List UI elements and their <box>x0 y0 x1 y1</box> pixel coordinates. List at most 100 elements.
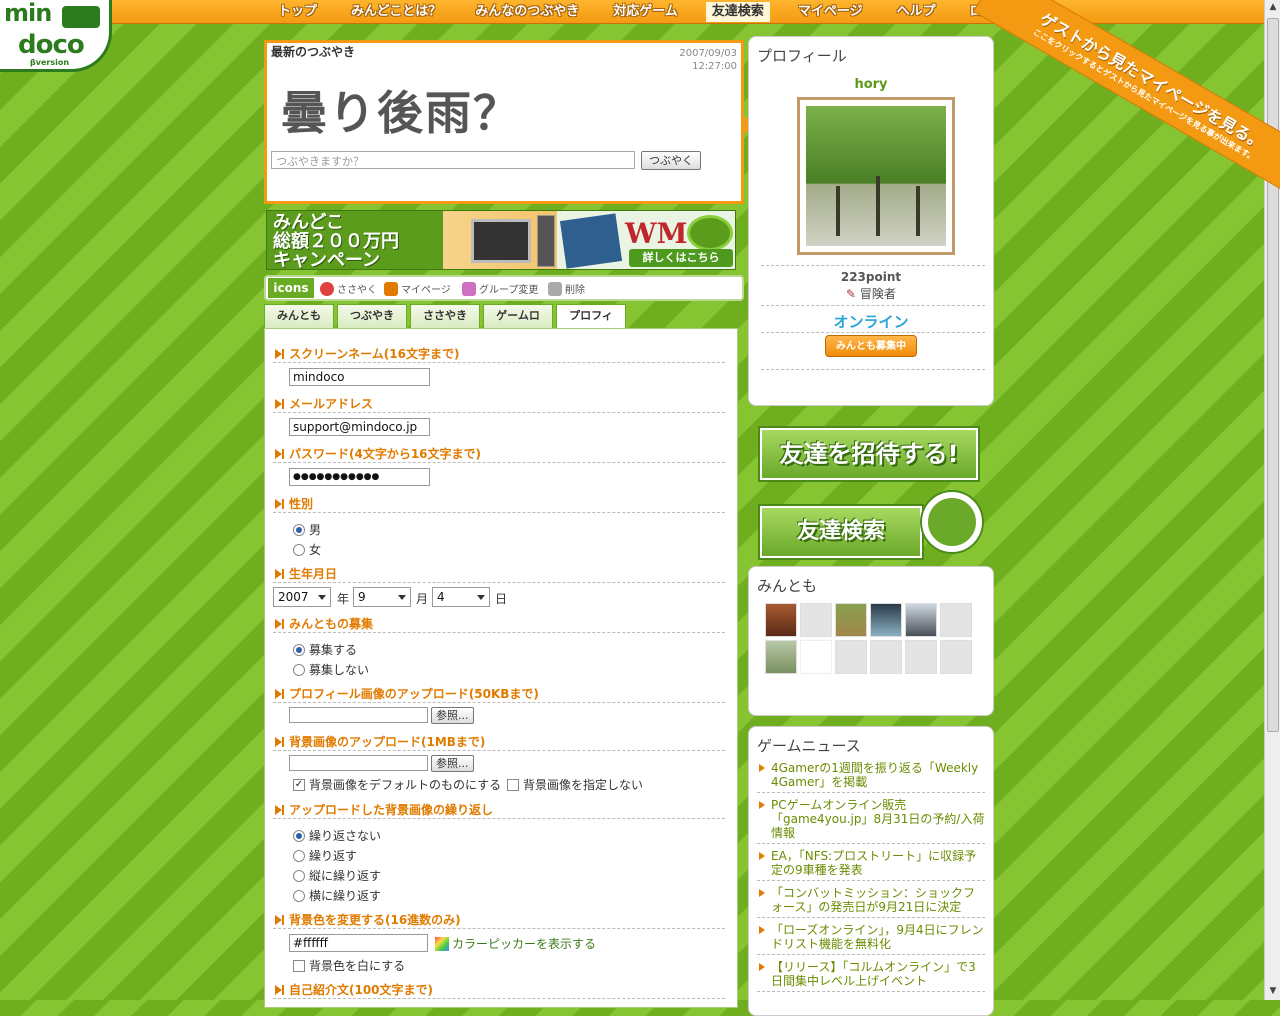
recruit-no-option[interactable]: 募集しない <box>293 661 369 678</box>
repeat-none-radio[interactable] <box>293 829 305 842</box>
tweet-input[interactable]: つぶやきますか？ <box>271 151 635 169</box>
monitor-image <box>471 219 531 263</box>
tweet-button[interactable]: つぶやく <box>641 151 701 170</box>
friend-avatar[interactable] <box>940 640 972 674</box>
bg-white-checkbox[interactable] <box>293 959 305 972</box>
tab-profile[interactable]: プロフィール <box>556 304 626 344</box>
bg-none-option[interactable]: 背景画像を指定しない <box>507 776 643 793</box>
password-input[interactable]: ●●●●●●●●●●● <box>289 468 430 486</box>
repeat-both-radio[interactable] <box>293 849 305 862</box>
friend-avatar[interactable] <box>800 640 832 674</box>
friend-avatar[interactable] <box>905 603 937 637</box>
repeat-horizontal-radio[interactable] <box>293 889 305 902</box>
nav-games[interactable]: 対応ゲーム <box>607 2 684 22</box>
scroll-up-icon[interactable]: ▲ <box>1268 2 1278 14</box>
latest-tweet-box: 最新のつぶやき 2007/09/03 12:27:00 曇り後雨？ つぶやきます… <box>264 40 755 204</box>
gender-female-option[interactable]: 女 <box>293 541 321 558</box>
recruit-yes-radio[interactable] <box>293 643 305 656</box>
tweet-message: 曇り後雨？ <box>281 86 521 140</box>
repeat-both-option[interactable]: 繰り返す <box>293 847 357 864</box>
nav-tweets[interactable]: みんなのつぶやき <box>469 2 585 22</box>
recruit-no-radio[interactable] <box>293 663 305 676</box>
repeat-none-option[interactable]: 繰り返さない <box>293 827 381 844</box>
whisper-action[interactable]: ささやく <box>320 281 377 296</box>
group-icon <box>462 281 476 296</box>
news-item[interactable]: 「ローズオンライン」，9月4日にフレンドリスト機能を無料化 <box>757 923 985 955</box>
tab-game-log[interactable]: ゲームログ <box>483 304 553 344</box>
news-item[interactable]: 4Gamerの1週間を振り返る「Weekly 4Gamer」を掲載 <box>757 761 985 793</box>
logo-text-min: min <box>4 0 52 27</box>
birth-year-select[interactable]: 2007 <box>273 587 331 607</box>
gender-male-radio[interactable] <box>293 523 305 536</box>
news-item[interactable]: 【リリース】「コルムオンライン」で3日間集中レベル上げイベント <box>757 960 985 992</box>
palette-icon <box>435 936 449 951</box>
profile-username[interactable]: hory <box>749 77 993 92</box>
repeat-vertical-label: 縦に繰り返す <box>309 869 382 883</box>
repeat-vertical-option[interactable]: 縦に繰り返す <box>293 867 381 884</box>
repeat-horizontal-option[interactable]: 横に繰り返す <box>293 887 381 904</box>
color-picker-link[interactable]: カラーピッカーを表示する <box>435 935 596 952</box>
bg-default-option[interactable]: ✓ 背景画像をデフォルトのものにする <box>293 776 501 793</box>
tab-whisper-log[interactable]: ささやきログ <box>410 304 480 344</box>
guest-view-ribbon[interactable]: ゲストから見たマイページを見る。 ここをクリックするとゲストから見たマイページを… <box>972 0 1280 202</box>
bg-white-option[interactable]: 背景色を白にする <box>293 957 405 974</box>
friend-avatar[interactable] <box>835 603 867 637</box>
news-item[interactable]: EA，「NFS:プロストリート」に収録予定の9車種を発表 <box>757 849 985 881</box>
friends-grid <box>765 603 972 674</box>
site-logo[interactable]: min doco βversion <box>0 0 112 72</box>
trees-photo <box>806 106 946 246</box>
news-item[interactable]: PCゲームオンライン販売「game4you.jp」8月31日の予約/入荷情報 <box>757 798 985 844</box>
friend-avatar[interactable] <box>905 640 937 674</box>
screen-name-input[interactable]: mindoco <box>289 368 430 386</box>
friend-avatar[interactable] <box>835 640 867 674</box>
bg-color-input[interactable]: #ffffff <box>289 934 428 952</box>
gender-male-option[interactable]: 男 <box>293 521 321 538</box>
friend-avatar[interactable] <box>765 603 797 637</box>
email-input[interactable]: support@mindoco.jp <box>289 418 430 436</box>
tab-tweet-log[interactable]: つぶやきログ <box>337 304 407 344</box>
nav-help[interactable]: ヘルプ <box>891 2 942 22</box>
birth-day-value: 4 <box>437 590 445 604</box>
friends-title: みんとも <box>757 577 818 595</box>
bg-none-checkbox[interactable] <box>507 778 519 791</box>
delete-action[interactable]: 削除 <box>548 281 585 296</box>
friend-avatar[interactable] <box>940 603 972 637</box>
nav-mypage[interactable]: マイページ <box>792 2 869 22</box>
bg-color-label: 背景色を変更する(16進数のみ) <box>273 911 725 929</box>
friend-avatar[interactable] <box>870 640 902 674</box>
mypage-action[interactable]: マイページ <box>384 281 451 296</box>
friend-avatar[interactable] <box>870 603 902 637</box>
magnifier-icon[interactable] <box>922 492 982 552</box>
bg-none-label: 背景画像を指定しない <box>523 778 644 792</box>
news-item[interactable]: 「コンバットミッション：ショックフォース」の発売日が9月21日に決定 <box>757 886 985 918</box>
bg-default-checkbox[interactable]: ✓ <box>293 778 305 791</box>
friend-avatar[interactable] <box>765 640 797 674</box>
banner-details-link[interactable]: 詳しくはこちら <box>629 249 733 267</box>
bg-image-file-input[interactable] <box>289 755 428 771</box>
repeat-vertical-radio[interactable] <box>293 869 305 882</box>
recruit-yes-option[interactable]: 募集する <box>293 641 357 658</box>
game-news-title: ゲームニュース <box>757 737 861 755</box>
campaign-banner[interactable]: みんどこ 総額２００万円 キャンペーン WM 詳しくはこちら <box>266 210 736 270</box>
nav-about[interactable]: みんどことは？ <box>345 2 447 22</box>
repeat-both-label: 繰り返す <box>309 849 358 863</box>
nav-top[interactable]: トップ <box>272 2 323 22</box>
profile-image-section: プロフィール画像のアップロード(50KBまで) <box>273 685 725 703</box>
birth-day-select[interactable]: 4 <box>432 587 490 607</box>
gender-female-radio[interactable] <box>293 543 305 556</box>
profile-image-browse-button[interactable]: 参照... <box>431 707 474 724</box>
tab-mintomo[interactable]: みんとも <box>264 304 334 328</box>
friend-search-button[interactable]: 友達検索 <box>760 506 922 558</box>
banner-text: みんどこ 総額２００万円 キャンペーン <box>273 213 399 269</box>
gender-label: 性別 <box>273 495 725 513</box>
day-unit: 日 <box>495 592 508 606</box>
profile-image-file-input[interactable] <box>289 707 428 723</box>
bg-image-browse-button[interactable]: 参照... <box>431 755 474 772</box>
scroll-down-icon[interactable]: ▼ <box>1268 986 1278 998</box>
friend-avatar[interactable] <box>800 603 832 637</box>
banner-line2: 総額２００万円 <box>273 231 399 252</box>
birth-month-select[interactable]: 9 <box>353 587 411 607</box>
nav-friend-search[interactable]: 友達検索 <box>705 2 770 22</box>
group-change-action[interactable]: グループ変更 <box>462 281 538 296</box>
invite-friends-button[interactable]: 友達を招待する! <box>760 428 978 480</box>
